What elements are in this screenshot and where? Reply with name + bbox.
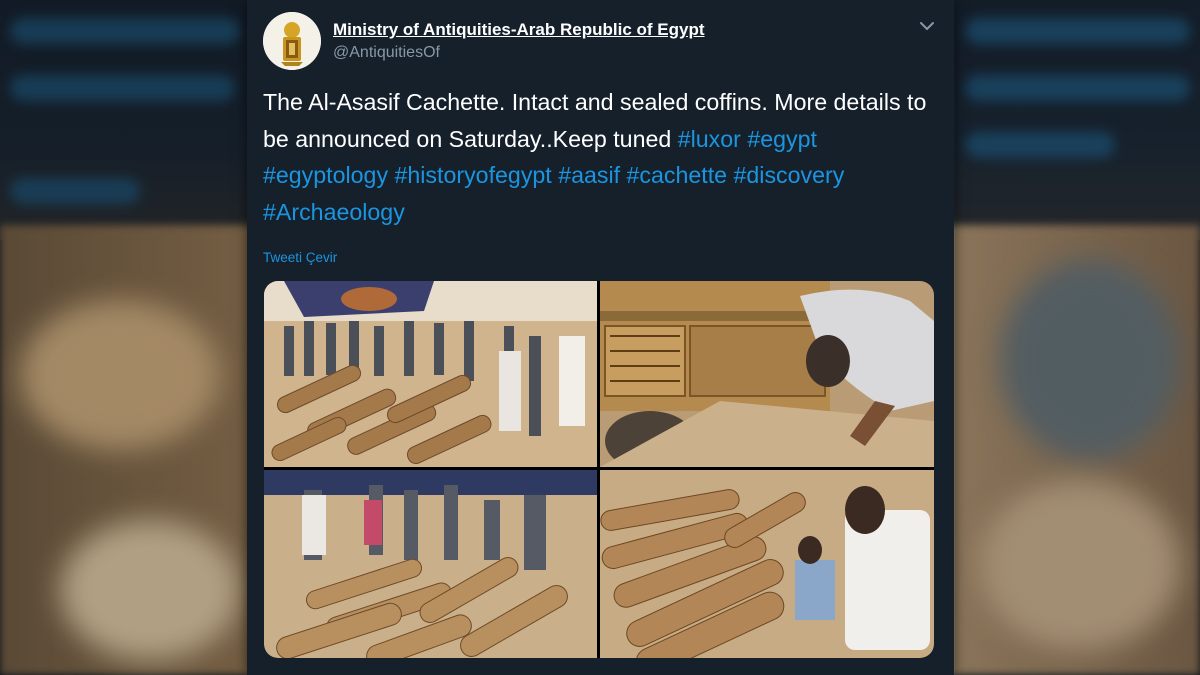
tweet-body: The Al-Asasif Cachette. Intact and seale… — [263, 89, 927, 152]
display-name[interactable]: Ministry of Antiquities-Arab Republic of… — [333, 20, 705, 40]
background-shade — [0, 0, 250, 675]
chevron-down-icon[interactable] — [917, 18, 937, 34]
tweet-card: Ministry of Antiquities-Arab Republic of… — [247, 0, 954, 675]
media-grid — [264, 281, 934, 658]
ministry-emblem-icon — [263, 12, 321, 70]
photo-coffins-workers[interactable] — [600, 470, 934, 658]
background-shade — [955, 0, 1200, 675]
photo-examining-coffin[interactable] — [600, 281, 934, 467]
tweet-text: The Al-Asasif Cachette. Intact and seale… — [263, 84, 938, 230]
avatar[interactable] — [263, 12, 321, 70]
translate-tweet-link[interactable]: Tweeti Çevir — [263, 250, 337, 265]
account-handle[interactable]: @AntiquitiesOf — [333, 44, 440, 62]
photo-crowd-coffins[interactable] — [264, 281, 597, 467]
photo-coffin-rows[interactable] — [264, 470, 597, 658]
